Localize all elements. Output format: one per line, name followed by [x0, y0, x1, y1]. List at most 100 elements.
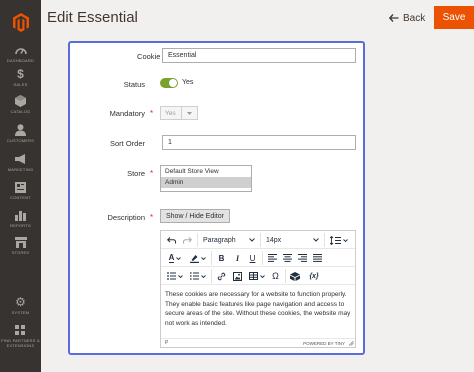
sidebar-item-label: CONTENT	[10, 195, 31, 200]
customers-icon	[15, 124, 27, 136]
editor-toolbar-row: A B I U	[161, 249, 355, 267]
back-label: Back	[403, 12, 426, 24]
sort-order-field[interactable]: 1	[162, 135, 356, 150]
store-option[interactable]: Default Store View	[161, 166, 251, 177]
background-color-button[interactable]	[188, 252, 208, 264]
catalog-icon	[15, 95, 27, 107]
undo-icon[interactable]	[165, 234, 177, 246]
page-title: Edit Essential	[47, 9, 138, 26]
status-value: Yes	[182, 79, 194, 86]
bold-icon[interactable]: B	[216, 252, 227, 264]
form-card: Cookie Category Name * Essential Status …	[68, 41, 365, 355]
chevron-down-icon	[343, 238, 348, 242]
table-button[interactable]	[247, 270, 267, 282]
text-color-icon: A	[168, 252, 175, 263]
store-multiselect[interactable]: Default Store View Admin	[160, 165, 252, 192]
block-format-value: Paragraph	[203, 236, 236, 244]
editor-toolbar-row: Ω {x}	[161, 267, 355, 285]
sidebar-item-label: SALES	[13, 82, 28, 87]
mandatory-label: Mandatory	[109, 109, 145, 118]
sidebar-item-label: STORES	[11, 250, 30, 255]
chevron-down-icon	[182, 111, 197, 115]
bullet-list-icon	[167, 272, 176, 280]
text-color-button[interactable]: A	[165, 252, 185, 264]
sidebar-item-partners[interactable]: FIND PARTNERS & EXTENSIONS	[0, 324, 41, 364]
puzzle-icon	[15, 324, 27, 336]
sidebar-item-label: CUSTOMERS	[6, 138, 35, 143]
chevron-down-icon	[176, 256, 182, 260]
magento-logo-icon	[12, 12, 29, 32]
chevron-down-icon	[260, 274, 265, 278]
description-label: Description	[107, 213, 145, 222]
align-justify-icon[interactable]	[312, 252, 323, 264]
align-right-icon[interactable]	[297, 252, 308, 264]
resize-handle-icon[interactable]	[348, 340, 354, 346]
sidebar-item-content[interactable]: CONTENT	[0, 181, 41, 211]
variable-icon[interactable]: {x}	[306, 270, 322, 282]
save-button[interactable]: Save	[434, 6, 474, 29]
numbered-list-icon	[190, 272, 199, 280]
sidebar-item-sales[interactable]: $ SALES	[0, 68, 41, 98]
magento-logo[interactable]	[0, 0, 41, 44]
bullet-list-button[interactable]	[165, 270, 185, 282]
sidebar-item-customers[interactable]: CUSTOMERS	[0, 124, 41, 154]
status-label: Status	[123, 80, 145, 89]
line-height-button[interactable]	[328, 234, 350, 246]
admin-sidebar: DASHBOARD $ SALES CATALOG CUSTOMERS MARK…	[0, 0, 41, 372]
align-left-icon[interactable]	[267, 252, 278, 264]
editor-status-bar: P POWERED BY TINY	[161, 338, 355, 347]
sidebar-item-system[interactable]: ⚙ SYSTEM	[0, 296, 41, 326]
back-button[interactable]: Back	[389, 10, 425, 26]
redo-icon[interactable]	[181, 234, 193, 246]
sidebar-item-marketing[interactable]: MARKETING	[0, 153, 41, 183]
wysiwyg-editor: Paragraph 14px A B I U Ω {x} These cooki…	[160, 230, 356, 348]
font-size-select[interactable]: 14px	[264, 234, 321, 246]
chevron-down-icon	[201, 256, 206, 260]
show-hide-editor-button[interactable]: Show / Hide Editor	[160, 209, 230, 223]
chevron-down-icon	[201, 274, 206, 278]
powered-by-label[interactable]: POWERED BY TINY	[303, 341, 345, 346]
toolbar-separator	[211, 251, 212, 265]
sidebar-item-catalog[interactable]: CATALOG	[0, 95, 41, 125]
mandatory-value: Yes	[165, 109, 176, 117]
toolbar-separator	[211, 269, 212, 283]
sidebar-item-label: CATALOG	[10, 109, 31, 114]
omega-icon[interactable]: Ω	[270, 270, 281, 282]
sidebar-item-reports[interactable]: REPORTS	[0, 209, 41, 239]
link-icon[interactable]	[216, 270, 227, 282]
table-icon	[249, 272, 258, 280]
toolbar-separator	[285, 269, 286, 283]
store-option-selected[interactable]: Admin	[161, 177, 251, 188]
image-icon[interactable]	[232, 270, 243, 282]
chevron-down-icon	[249, 238, 255, 242]
toolbar-separator	[260, 233, 261, 247]
editor-content[interactable]: These cookies are necessary for a websit…	[161, 286, 355, 332]
mandatory-select[interactable]: Yes	[160, 106, 198, 120]
sidebar-item-label: DASHBOARD	[6, 58, 35, 63]
sidebar-item-label: FIND PARTNERS & EXTENSIONS	[1, 338, 40, 348]
element-path[interactable]: P	[165, 340, 168, 346]
italic-icon[interactable]: I	[232, 252, 243, 264]
line-height-icon	[330, 235, 341, 245]
megaphone-icon	[14, 153, 27, 165]
sidebar-item-label: MARKETING	[7, 167, 34, 172]
chevron-down-icon	[313, 238, 319, 242]
toolbar-separator	[262, 251, 263, 265]
block-format-select[interactable]: Paragraph	[201, 234, 257, 246]
underline-icon[interactable]: U	[247, 252, 258, 264]
dashboard-icon	[14, 44, 27, 56]
store-label: Store	[127, 169, 145, 178]
sidebar-item-label: REPORTS	[10, 223, 31, 228]
chevron-down-icon	[178, 274, 183, 278]
widget-icon[interactable]	[289, 270, 301, 282]
status-toggle[interactable]	[160, 78, 178, 88]
reports-icon	[15, 209, 27, 221]
sort-order-label: Sort Order	[109, 139, 145, 148]
numbered-list-button[interactable]	[188, 270, 208, 282]
align-center-icon[interactable]	[282, 252, 293, 264]
stores-icon	[14, 236, 27, 248]
sidebar-item-label: SYSTEM	[11, 310, 30, 315]
name-field[interactable]: Essential	[162, 48, 356, 63]
sidebar-item-stores[interactable]: STORES	[0, 236, 41, 266]
required-mark: *	[150, 213, 154, 222]
